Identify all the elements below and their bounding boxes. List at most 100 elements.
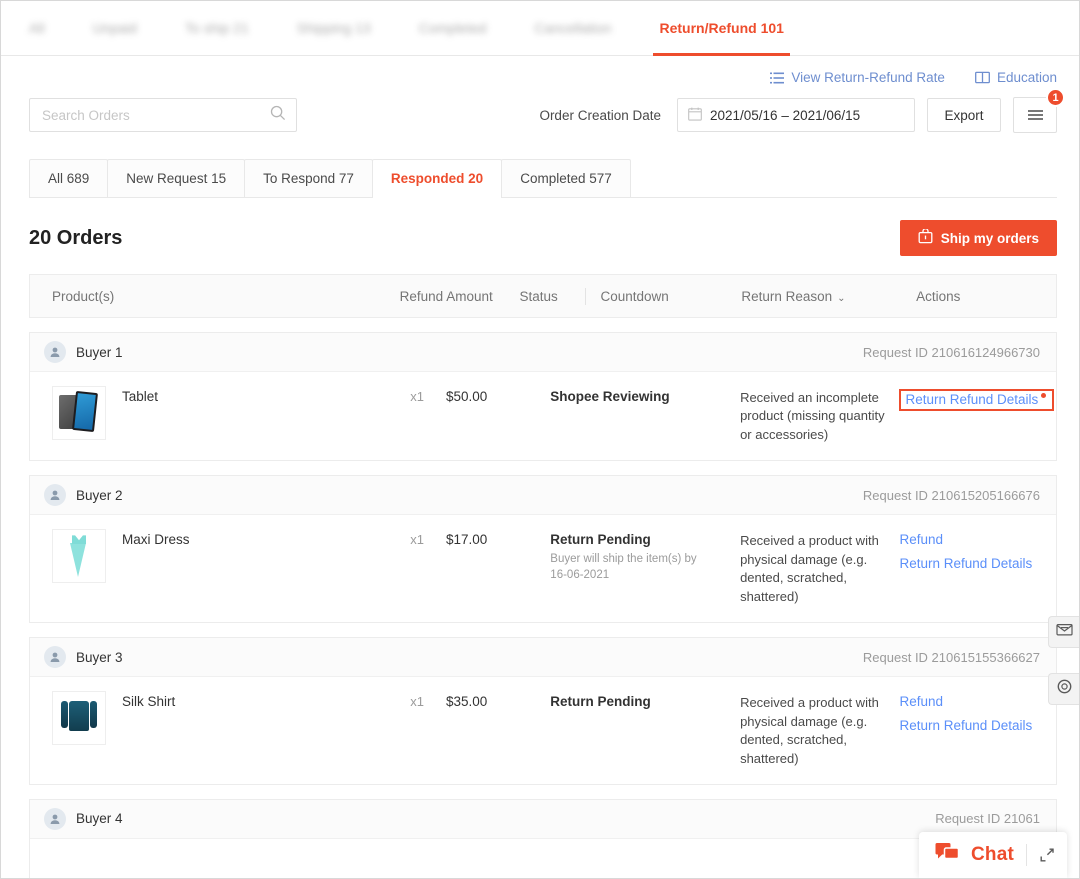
header-return-reason-label: Return Reason — [741, 288, 833, 304]
tab-all[interactable]: All — [29, 1, 45, 56]
calendar-icon — [688, 107, 702, 124]
education-label: Education — [996, 70, 1057, 85]
buyer-row: Buyer 3 Request ID 210615155366627 — [30, 638, 1056, 678]
refund-amount: $17.00 — [445, 532, 488, 548]
actions-cell: Refund Return Refund Details — [899, 529, 1056, 580]
date-range-value: 2021/05/16 – 2021/06/15 — [710, 107, 861, 123]
return-refund-details-link[interactable]: Return Refund Details — [899, 718, 1056, 733]
ship-my-orders-label: Ship my orders — [940, 230, 1039, 246]
package-icon — [918, 228, 933, 247]
support-circle-icon — [1056, 678, 1073, 700]
hamburger-icon — [1027, 107, 1043, 122]
tab-to-ship[interactable]: To ship 21 — [185, 1, 249, 56]
buyer-name: Buyer 2 — [76, 487, 123, 503]
product-quantity: x1 — [410, 694, 424, 710]
return-reason: Received an incomplete product (missing … — [740, 390, 885, 442]
status-label: Return Pending — [550, 532, 651, 548]
product-name: Maxi Dress — [122, 532, 190, 548]
order-card: Buyer 3 Request ID 210615155366627 Silk … — [29, 637, 1057, 785]
search-input[interactable] — [40, 106, 270, 124]
mail-icon — [1055, 622, 1073, 642]
return-refund-details-link[interactable]: Return Refund Details — [899, 556, 1056, 571]
ship-my-orders-button[interactable]: Ship my orders — [899, 220, 1057, 256]
request-id: Request ID 210615205166676 — [862, 487, 1040, 503]
expand-arrow-icon[interactable] — [1039, 847, 1055, 863]
order-card: Buyer 1 Request ID 210616124966730 Table… — [29, 332, 1057, 462]
primary-tab-bar: All Unpaid To ship 21 Shipping 13 Comple… — [1, 1, 1079, 56]
tab-shipping[interactable]: Shipping 13 — [297, 1, 371, 56]
order-card: Buyer 4 Request ID 21061 — [29, 798, 1057, 878]
buyer-name: Buyer 4 — [76, 811, 123, 827]
request-id: Request ID 210616124966730 — [862, 344, 1040, 360]
header-return-reason[interactable]: Return Reason ⌄ — [741, 289, 916, 304]
tab-unpaid[interactable]: Unpaid — [93, 1, 137, 56]
subtab-new-request[interactable]: New Request 15 — [107, 159, 246, 197]
view-return-refund-rate-link[interactable]: View Return-Refund Rate — [770, 70, 945, 85]
tab-cancellation[interactable]: Cancellation — [534, 1, 611, 56]
orders-header: 20 Orders Ship my orders — [29, 220, 1057, 256]
subtab-all[interactable]: All 689 — [29, 159, 109, 197]
status-cell: Return Pending Buyer will ship the item(… — [550, 529, 740, 583]
table-header-row: Product(s) Refund Amount Status Countdow… — [29, 274, 1057, 318]
order-creation-date-label: Order Creation Date — [539, 107, 661, 123]
header-countdown: Countdown — [585, 287, 741, 305]
tab-return-refund[interactable]: Return/Refund 101 — [653, 1, 791, 56]
header-refund-amount: Refund Amount — [399, 288, 493, 304]
filter-badge-count: 1 — [1046, 88, 1065, 107]
support-widget-button[interactable] — [1048, 673, 1079, 705]
refund-amount: $50.00 — [445, 389, 488, 404]
product-cell: Silk Shirt — [30, 691, 382, 746]
education-link[interactable]: Education — [975, 70, 1057, 85]
header-status: Status — [519, 288, 558, 304]
refund-link[interactable]: Refund — [899, 532, 1056, 547]
buyer-name: Buyer 1 — [76, 344, 123, 360]
tablet-thumbnail — [52, 386, 106, 440]
search-orders-box[interactable] — [29, 98, 297, 132]
avatar — [44, 341, 66, 363]
dress-thumbnail — [52, 529, 106, 584]
order-item-row: Maxi Dress x1 $17.00 Return Pending Buye… — [30, 515, 1056, 622]
tab-completed[interactable]: Completed — [419, 1, 487, 56]
subtab-responded[interactable]: Responded 20 — [371, 159, 503, 198]
book-icon — [975, 71, 990, 84]
product-quantity: x1 — [410, 532, 424, 548]
filter-menu-button[interactable]: 1 — [1013, 88, 1065, 133]
chat-widget[interactable]: Chat — [918, 832, 1067, 878]
order-item-row: Tablet x1 $50.00 Shopee Reviewing Receiv… — [30, 372, 1056, 460]
order-item-row: Silk Shirt x1 $35.00 Return Pending Rece… — [30, 677, 1056, 784]
product-cell: Tablet — [30, 386, 382, 440]
filter-bar: Order Creation Date 2021/05/16 – 2021/06… — [1, 85, 1079, 133]
countdown-label: Buyer will ship the item(s) by 16-06-202… — [550, 553, 697, 581]
subtab-to-respond[interactable]: To Respond 77 — [244, 159, 373, 197]
status-label: Return Pending — [550, 694, 651, 710]
product-name: Silk Shirt — [122, 694, 176, 710]
filter-controls: Order Creation Date 2021/05/16 – 2021/06… — [539, 88, 1065, 133]
buyer-row: Buyer 2 Request ID 210615205166676 — [30, 476, 1056, 516]
order-creation-date-picker[interactable]: 2021/05/16 – 2021/06/15 — [677, 98, 915, 132]
orders-count-label: 20 Orders — [29, 226, 123, 249]
request-id: Request ID 21061 — [935, 811, 1040, 827]
product-quantity: x1 — [410, 389, 424, 404]
header-actions: Actions — [916, 288, 961, 304]
mail-widget-button[interactable] — [1048, 616, 1079, 648]
actions-cell: Refund Return Refund Details — [899, 691, 1056, 742]
export-button[interactable]: Export — [927, 98, 1001, 132]
status-cell: Return Pending — [550, 691, 740, 714]
request-id: Request ID 210615155366627 — [862, 649, 1040, 665]
chat-label: Chat — [970, 844, 1014, 865]
chat-bubble-icon — [935, 842, 960, 868]
refund-link[interactable]: Refund — [899, 694, 1056, 709]
return-refund-details-link[interactable]: Return Refund Details — [899, 389, 1055, 411]
subtab-completed[interactable]: Completed 577 — [501, 159, 631, 197]
return-reason: Received a product with physical damage … — [740, 533, 879, 604]
order-management-page: All Unpaid To ship 21 Shipping 13 Comple… — [0, 0, 1080, 879]
return-refund-details-label: Return Refund Details — [905, 392, 1039, 407]
divider — [1026, 844, 1027, 866]
status-tab-bar: All 689 New Request 15 To Respond 77 Res… — [29, 159, 1057, 198]
product-cell: Maxi Dress — [30, 529, 382, 584]
buyer-row: Buyer 1 Request ID 210616124966730 — [30, 333, 1056, 372]
actions-cell: Return Refund Details — [899, 386, 1056, 420]
return-reason: Received a product with physical damage … — [740, 695, 879, 766]
product-name: Tablet — [122, 389, 159, 404]
avatar — [44, 646, 66, 669]
